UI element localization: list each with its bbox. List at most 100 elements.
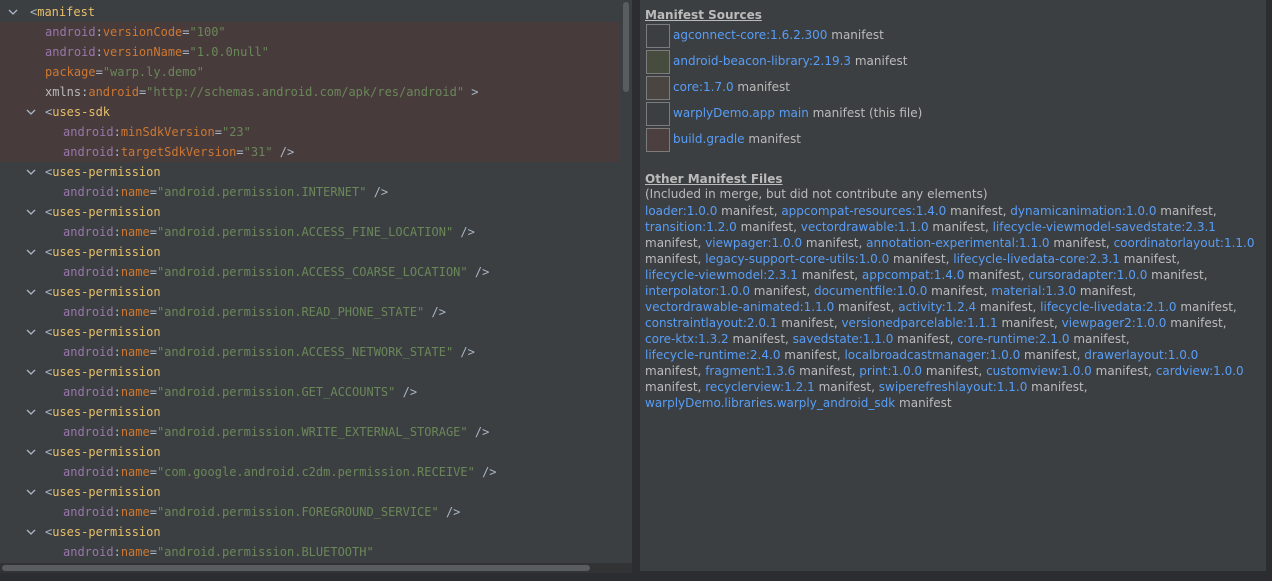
merged-manifest-editor[interactable]: <manifest android:versionCode="100" androi… xyxy=(0,0,632,563)
other-manifest-file-link[interactable]: interpolator:1.0.0 xyxy=(645,284,750,298)
status-strip xyxy=(0,573,1272,581)
other-manifest-file-link[interactable]: dynamicanimation:1.0.0 xyxy=(1010,204,1156,218)
other-manifest-file-link[interactable]: recyclerview:1.2.1 xyxy=(705,380,815,394)
other-manifest-file-link[interactable]: coordinatorlayout:1.1.0 xyxy=(1114,236,1255,250)
other-manifest-file-link[interactable]: loader:1.0.0 xyxy=(645,204,717,218)
code-line[interactable]: <manifest xyxy=(0,2,620,22)
other-manifest-file-link[interactable]: savedstate:1.1.0 xyxy=(793,332,894,346)
chevron-down-icon[interactable] xyxy=(26,282,38,302)
other-manifest-file-link[interactable]: viewpager:1.0.0 xyxy=(705,236,802,250)
code-line[interactable]: <uses-permission xyxy=(0,322,620,342)
code-line-text: android:name="android.permission.READ_PH… xyxy=(63,302,446,322)
other-manifest-file-link[interactable]: lifecycle-viewmodel:2.3.1 xyxy=(645,268,798,282)
other-manifest-file-link[interactable]: localbroadcastmanager:1.0.0 xyxy=(844,348,1020,362)
other-manifest-file-link[interactable]: legacy-support-core-utils:1.0.0 xyxy=(705,252,889,266)
other-manifest-file-link[interactable]: annotation-experimental:1.1.0 xyxy=(866,236,1049,250)
other-manifest-file-link[interactable]: swiperefreshlayout:1.1.0 xyxy=(879,380,1028,394)
other-manifest-file-link[interactable]: vectordrawable:1.1.0 xyxy=(801,220,929,234)
manifest-source-link[interactable]: agconnect-core:1.6.2.300 xyxy=(673,28,827,42)
code-line[interactable]: android:name="android.permission.FOREGRO… xyxy=(0,502,620,522)
horizontal-scrollbar-thumb[interactable] xyxy=(2,565,590,571)
manifest-source-version[interactable]: 1.6.2.300 xyxy=(770,28,827,42)
code-line[interactable]: <uses-permission xyxy=(0,482,620,502)
chevron-down-icon[interactable] xyxy=(26,522,38,542)
code-line[interactable]: android:name="android.permission.WRITE_E… xyxy=(0,422,620,442)
other-manifest-file-link[interactable]: appcompat:1.4.0 xyxy=(862,268,964,282)
manifest-source-link[interactable]: android-beacon-library:2.19.3 xyxy=(673,54,851,68)
chevron-down-icon[interactable] xyxy=(26,362,38,382)
code-line[interactable]: android:name="android.permission.READ_PH… xyxy=(0,302,620,322)
manifest-source-version[interactable]: 1.7.0 xyxy=(703,80,734,94)
code-line[interactable]: android:name="android.permission.ACCESS_… xyxy=(0,222,620,242)
other-manifest-file-link[interactable]: lifecycle-livedata-core:2.3.1 xyxy=(953,252,1120,266)
code-line[interactable]: <uses-permission xyxy=(0,402,620,422)
vertical-scrollbar-thumb[interactable] xyxy=(623,2,629,92)
code-line[interactable]: xmlns:android="http://schemas.android.co… xyxy=(0,82,620,102)
code-token: /> xyxy=(272,145,295,159)
other-manifest-file-link[interactable]: vectordrawable-animated:1.1.0 xyxy=(645,300,834,314)
code-token: = xyxy=(236,145,244,159)
other-manifest-file-link[interactable]: drawerlayout:1.0.0 xyxy=(1084,348,1198,362)
code-token: android xyxy=(45,45,96,59)
other-manifest-file-link[interactable]: fragment:1.3.6 xyxy=(705,364,795,378)
other-manifest-file-link[interactable]: material:1.3.0 xyxy=(991,284,1076,298)
manifest-source-name[interactable]: build.gradle xyxy=(673,132,745,146)
other-manifest-file-link[interactable]: versionedparcelable:1.1.1 xyxy=(841,316,997,330)
code-line[interactable]: android:targetSdkVersion="31" /> xyxy=(0,142,620,162)
manifest-source-link[interactable]: build.gradle xyxy=(673,132,745,146)
manifest-source-name[interactable]: core: xyxy=(673,80,703,94)
code-line[interactable]: android:name="android.permission.INTERNE… xyxy=(0,182,620,202)
chevron-down-icon[interactable] xyxy=(26,482,38,502)
chevron-down-icon[interactable] xyxy=(26,402,38,422)
code-line[interactable]: android:minSdkVersion="23" xyxy=(0,122,620,142)
other-manifest-file-link[interactable]: warplyDemo.libraries.warply_android_sdk xyxy=(645,396,895,410)
other-manifest-file-link[interactable]: core-runtime:2.1.0 xyxy=(957,332,1069,346)
manifest-source-link[interactable]: warplyDemo.app main xyxy=(673,106,809,120)
chevron-down-icon[interactable] xyxy=(26,102,38,122)
other-manifest-file-link[interactable]: lifecycle-livedata:2.1.0 xyxy=(1040,300,1176,314)
code-line[interactable]: <uses-permission xyxy=(0,162,620,182)
code-line[interactable]: android:name="android.permission.BLUETOO… xyxy=(0,542,620,562)
code-line[interactable]: android:name="android.permission.GET_ACC… xyxy=(0,382,620,402)
chevron-down-icon[interactable] xyxy=(26,322,38,342)
code-line[interactable]: <uses-permission xyxy=(0,242,620,262)
manifest-source-name[interactable]: warplyDemo.app main xyxy=(673,106,809,120)
code-line[interactable]: <uses-permission xyxy=(0,442,620,462)
code-line[interactable]: <uses-permission xyxy=(0,522,620,542)
other-manifest-file-link[interactable]: cursoradapter:1.0.0 xyxy=(1028,268,1147,282)
other-manifest-file-link[interactable]: appcompat-resources:1.4.0 xyxy=(781,204,946,218)
other-manifest-file-link[interactable]: core-ktx:1.3.2 xyxy=(645,332,729,346)
panel-splitter[interactable] xyxy=(632,0,640,581)
chevron-down-icon[interactable] xyxy=(26,442,38,462)
code-line[interactable]: <uses-permission xyxy=(0,202,620,222)
code-token: /> xyxy=(467,425,490,439)
other-manifest-file-link[interactable]: cardview:1.0.0 xyxy=(1156,364,1244,378)
other-manifest-file-link[interactable]: customview:1.0.0 xyxy=(986,364,1092,378)
code-line[interactable]: package="warp.ly.demo" xyxy=(0,62,620,82)
manifest-source-version[interactable]: 2.19.3 xyxy=(813,54,851,68)
chevron-down-icon[interactable] xyxy=(26,242,38,262)
other-manifest-file-link[interactable]: documentfile:1.0.0 xyxy=(814,284,927,298)
other-manifest-file-link[interactable]: lifecycle-viewmodel-savedstate:2.3.1 xyxy=(993,220,1216,234)
code-line[interactable]: <uses-permission xyxy=(0,282,620,302)
other-manifest-file-link[interactable]: lifecycle-runtime:2.4.0 xyxy=(645,348,780,362)
code-line[interactable]: android:name="android.permission.ACCESS_… xyxy=(0,262,620,282)
manifest-source-name[interactable]: agconnect-core: xyxy=(673,28,770,42)
code-line[interactable]: <uses-permission xyxy=(0,362,620,382)
other-manifest-file-link[interactable]: constraintlayout:2.0.1 xyxy=(645,316,777,330)
chevron-down-icon[interactable] xyxy=(26,162,38,182)
other-manifest-file-link[interactable]: viewpager2:1.0.0 xyxy=(1062,316,1167,330)
other-manifest-file-link[interactable]: transition:1.2.0 xyxy=(645,220,737,234)
manifest-source-link[interactable]: core:1.7.0 xyxy=(673,80,734,94)
chevron-down-icon[interactable] xyxy=(8,2,20,22)
manifest-source-name[interactable]: android-beacon-library: xyxy=(673,54,813,68)
code-line[interactable]: android:name="com.google.android.c2dm.pe… xyxy=(0,462,620,482)
code-line[interactable]: android:versionName="1.0.0null" xyxy=(0,42,620,62)
code-line[interactable]: <uses-sdk xyxy=(0,102,620,122)
other-manifest-file-link[interactable]: print:1.0.0 xyxy=(859,364,922,378)
chevron-down-icon[interactable] xyxy=(26,202,38,222)
other-manifest-file-link[interactable]: activity:1.2.4 xyxy=(898,300,976,314)
code-line[interactable]: android:versionCode="100" xyxy=(0,22,620,42)
code-line-text: <uses-permission xyxy=(45,362,161,382)
code-line[interactable]: android:name="android.permission.ACCESS_… xyxy=(0,342,620,362)
